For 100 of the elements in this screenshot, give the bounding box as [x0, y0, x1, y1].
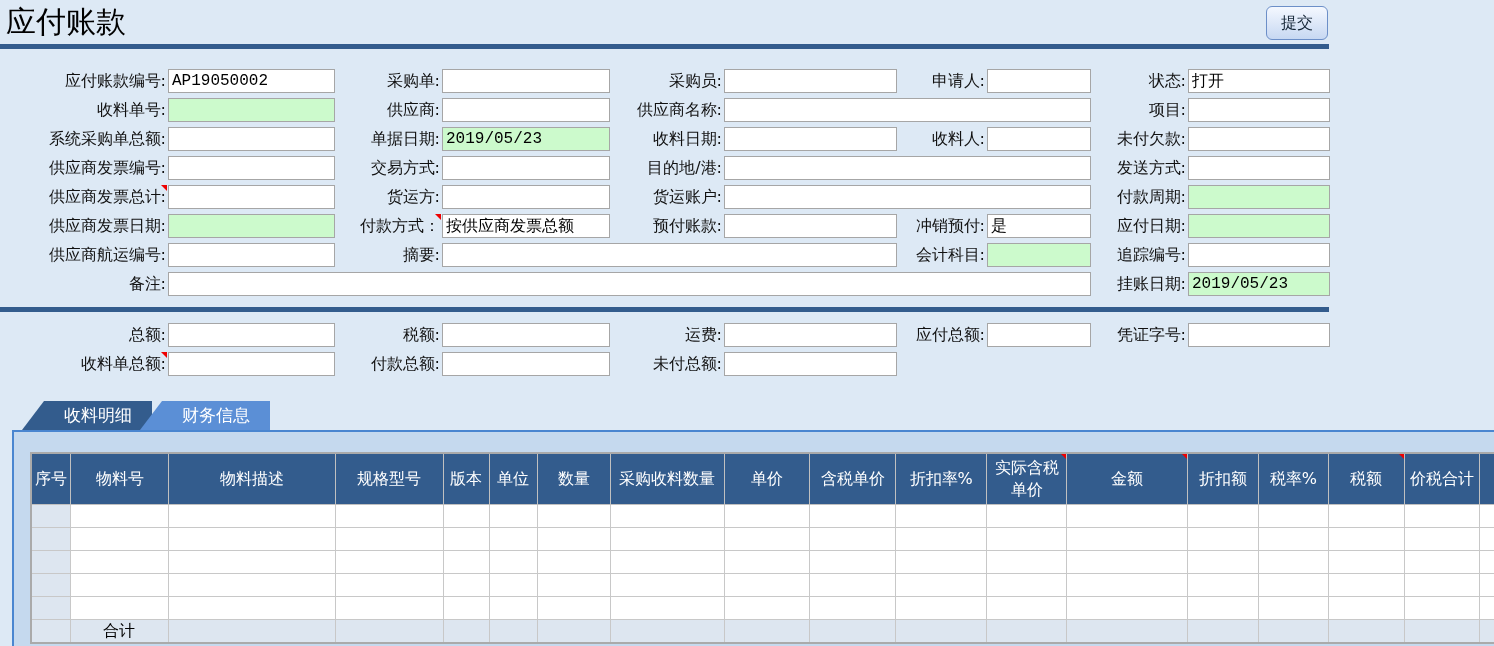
field-label: 应付日期: [1115, 215, 1187, 237]
column-header: 版本 [443, 453, 490, 505]
field-label: 货运方: [385, 186, 441, 208]
field-label: 供应商航运编号: [47, 244, 167, 266]
input-field[interactable] [442, 352, 610, 376]
column-header: 折扣率% [895, 453, 987, 505]
input-field[interactable] [1188, 98, 1330, 122]
field-label: 收料日期: [651, 128, 723, 150]
column-header: 实际含税单价 [986, 453, 1067, 505]
input-field[interactable] [1188, 323, 1330, 347]
input-field[interactable] [724, 185, 1091, 209]
input-field[interactable] [724, 156, 1091, 180]
field-label: 状态: [1147, 70, 1187, 92]
field-label: 未付总额: [651, 353, 723, 375]
input-field[interactable] [442, 98, 610, 122]
column-header: 价税合计 [1404, 453, 1480, 505]
input-field[interactable] [1188, 156, 1330, 180]
input-field[interactable] [168, 214, 335, 238]
field-label: 会计科目: [914, 244, 986, 266]
input-field[interactable] [442, 156, 610, 180]
field-label: 追踪编号: [1115, 244, 1187, 266]
field-label: 付款周期: [1115, 186, 1187, 208]
column-header: 规格型号 [335, 453, 444, 505]
column-header: 含税单价 [809, 453, 896, 505]
input-field[interactable]: AP19050002 [168, 69, 335, 93]
field-label: 备注: [127, 273, 167, 295]
input-field[interactable] [1188, 127, 1330, 151]
input-field[interactable] [168, 323, 335, 347]
input-field[interactable] [168, 272, 1091, 296]
input-field[interactable] [724, 127, 897, 151]
field-label: 收料人: [930, 128, 986, 150]
input-field[interactable] [724, 98, 1091, 122]
input-field[interactable] [442, 185, 610, 209]
field-label: 预付账款: [651, 215, 723, 237]
page-title: 应付账款 [6, 2, 126, 41]
input-field[interactable] [168, 156, 335, 180]
input-field[interactable]: 按供应商发票总额 [442, 214, 610, 238]
field-label: 系统采购单总额: [47, 128, 167, 150]
field-label: 税额: [401, 324, 441, 346]
field-label: 项目: [1147, 99, 1187, 121]
field-label: 运费: [683, 324, 723, 346]
column-header: 折扣额 [1187, 453, 1259, 505]
field-label: 摘要: [401, 244, 441, 266]
tab[interactable]: 收料明细 [22, 401, 152, 430]
field-label: 交易方式: [369, 157, 441, 179]
input-field[interactable] [724, 214, 897, 238]
input-field[interactable] [987, 127, 1091, 151]
field-label: 挂账日期: [1115, 273, 1187, 295]
field-label: 申请人: [930, 70, 986, 92]
field-label: 供应商发票总计: [47, 186, 167, 208]
column-header: 数量 [537, 453, 611, 505]
field-label: 单据日期: [369, 128, 441, 150]
input-field[interactable] [1188, 185, 1330, 209]
input-field[interactable] [987, 323, 1091, 347]
field-label: 收料单总额: [79, 353, 167, 375]
input-field[interactable] [724, 352, 897, 376]
field-label: 应付账款编号: [63, 70, 167, 92]
column-header: 单价 [724, 453, 810, 505]
input-field[interactable] [987, 69, 1091, 93]
field-label: 目的地/港: [646, 157, 723, 179]
input-field[interactable] [168, 98, 335, 122]
submit-button[interactable]: 提交 [1266, 6, 1328, 40]
input-field[interactable] [724, 69, 897, 93]
field-label: 总额: [127, 324, 167, 346]
field-label: 供应商发票日期: [47, 215, 167, 237]
field-label: 发送方式: [1115, 157, 1187, 179]
input-field[interactable] [987, 243, 1091, 267]
field-label: 付款方式： [359, 215, 441, 237]
input-field[interactable] [442, 323, 610, 347]
input-field[interactable]: 2019/05/23 [1188, 272, 1330, 296]
input-field[interactable] [442, 69, 610, 93]
input-field[interactable] [1188, 214, 1330, 238]
column-header: 序号 [31, 453, 71, 505]
input-field[interactable]: 2019/05/23 [442, 127, 610, 151]
input-field[interactable] [442, 243, 897, 267]
column-header: 单位 [489, 453, 538, 505]
input-field[interactable] [168, 243, 335, 267]
field-label: 冲销预付: [914, 215, 986, 237]
field-label: 收料单号: [95, 99, 167, 121]
input-field[interactable] [724, 323, 897, 347]
total-label: 合计 [102, 620, 137, 642]
field-label: 付款总额: [369, 353, 441, 375]
field-label: 货运账户: [651, 186, 723, 208]
field-label: 应付总额: [914, 324, 986, 346]
field-label: 凭证字号: [1115, 324, 1187, 346]
input-field[interactable] [168, 185, 335, 209]
input-field[interactable]: 打开 [1188, 69, 1330, 93]
field-label: 未付欠款: [1115, 128, 1187, 150]
field-label: 采购单: [385, 70, 441, 92]
field-label: 供应商名称: [635, 99, 723, 121]
input-field[interactable] [168, 127, 335, 151]
column-header: 税额 [1328, 453, 1405, 505]
input-field[interactable] [1188, 243, 1330, 267]
field-label: 供应商: [385, 99, 441, 121]
field-label: 供应商发票编号: [47, 157, 167, 179]
input-field[interactable]: 是 [987, 214, 1091, 238]
column-header: 金额 [1066, 453, 1188, 505]
column-header: 物料描述 [168, 453, 336, 505]
input-field[interactable] [168, 352, 335, 376]
column-header: 税率% [1258, 453, 1329, 505]
